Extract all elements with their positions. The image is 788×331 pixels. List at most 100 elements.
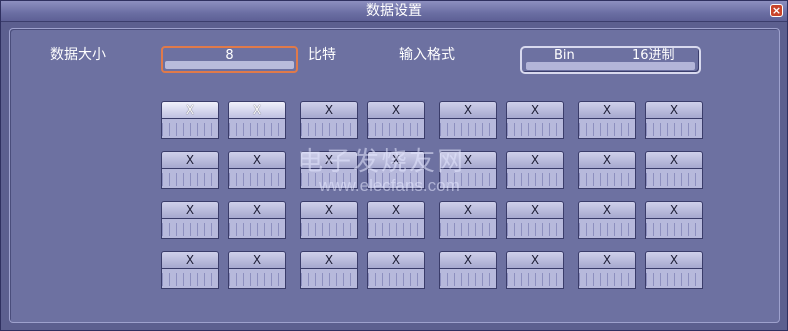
bit-value: X — [252, 153, 262, 167]
bit-toggle-cap: X — [506, 151, 564, 169]
bit-toggle[interactable]: X — [367, 151, 425, 189]
bit-toggle-cap: X — [645, 151, 703, 169]
bit-toggle-ridges — [507, 273, 563, 286]
bit-toggle-base — [367, 169, 425, 189]
bit-toggle[interactable]: X — [228, 101, 286, 139]
bit-toggle-cap: X — [578, 201, 636, 219]
bit-value: X — [324, 103, 334, 117]
bit-toggle-base — [578, 119, 636, 139]
bit-toggle-ridges — [507, 123, 563, 136]
bit-toggle[interactable]: X — [578, 101, 636, 139]
bit-value: X — [324, 153, 334, 167]
bit-toggle-ridges — [301, 173, 357, 186]
format-option-hex[interactable]: 16进制 — [632, 49, 675, 63]
data-size-label: 数据大小 — [50, 47, 106, 63]
bit-toggle-cap: X — [367, 251, 425, 269]
bit-toggle-cap: X — [439, 151, 497, 169]
bit-toggle-ridges — [368, 273, 424, 286]
bit-toggle[interactable]: X — [367, 201, 425, 239]
bit-value: X — [463, 153, 473, 167]
bit-value: X — [185, 203, 195, 217]
bit-toggle[interactable]: X — [645, 201, 703, 239]
bit-toggle[interactable]: X — [439, 251, 497, 289]
bit-value: X — [669, 253, 679, 267]
bit-toggle[interactable]: X — [367, 251, 425, 289]
bit-toggle[interactable]: X — [367, 101, 425, 139]
bit-toggle-base — [228, 219, 286, 239]
bit-toggle-ridges — [646, 223, 702, 236]
bit-toggle[interactable]: X — [578, 151, 636, 189]
bit-toggle[interactable]: X — [578, 251, 636, 289]
bit-toggle-cap: X — [228, 251, 286, 269]
bit-toggle-cap: X — [300, 101, 358, 119]
bit-toggle[interactable]: X — [300, 151, 358, 189]
bit-value: X — [530, 103, 540, 117]
bit-toggle-base — [300, 169, 358, 189]
bit-toggle-base — [367, 269, 425, 289]
bit-toggle[interactable]: X — [228, 151, 286, 189]
window-title: 数据设置 — [366, 3, 422, 19]
bit-toggle[interactable]: X — [161, 201, 219, 239]
bit-toggle-base — [578, 169, 636, 189]
data-size-field[interactable]: 8 — [161, 46, 298, 73]
bit-toggle[interactable]: X — [161, 251, 219, 289]
bit-toggle-base — [645, 219, 703, 239]
bit-toggle-base — [578, 219, 636, 239]
bit-toggle[interactable]: X — [439, 151, 497, 189]
data-size-unit-label: 比特 — [308, 47, 336, 63]
bit-toggle[interactable]: X — [578, 201, 636, 239]
bit-toggle[interactable]: X — [506, 151, 564, 189]
bit-toggle[interactable]: X — [439, 101, 497, 139]
bit-toggle-ridges — [646, 123, 702, 136]
bit-toggle-cap: X — [228, 151, 286, 169]
bit-toggle-base — [367, 219, 425, 239]
bit-toggle[interactable]: X — [161, 101, 219, 139]
bit-toggle-ridges — [440, 223, 496, 236]
bit-toggle[interactable]: X — [228, 251, 286, 289]
close-button[interactable]: × — [770, 4, 783, 17]
bit-toggle-cap: X — [161, 151, 219, 169]
bit-toggle[interactable]: X — [506, 201, 564, 239]
bit-toggle[interactable]: X — [506, 251, 564, 289]
bit-toggle-base — [228, 169, 286, 189]
bit-toggle-base — [439, 169, 497, 189]
bit-value: X — [391, 153, 401, 167]
bit-toggle-ridges — [579, 273, 635, 286]
bit-toggle-ridges — [368, 123, 424, 136]
format-selector-track — [526, 62, 695, 70]
bit-toggle[interactable]: X — [645, 101, 703, 139]
bit-toggle-ridges — [507, 223, 563, 236]
bit-value: X — [602, 253, 612, 267]
bit-toggle-base — [506, 269, 564, 289]
bit-value: X — [324, 253, 334, 267]
bit-toggle[interactable]: X — [228, 201, 286, 239]
bit-value: X — [185, 253, 195, 267]
format-option-bin[interactable]: Bin — [554, 49, 575, 63]
bit-toggle-cap: X — [300, 251, 358, 269]
bit-toggle-base — [506, 169, 564, 189]
bit-toggle-ridges — [162, 273, 218, 286]
bit-toggle[interactable]: X — [161, 151, 219, 189]
bit-toggle-cap: X — [228, 201, 286, 219]
bit-toggle[interactable]: X — [439, 201, 497, 239]
bit-toggle[interactable]: X — [300, 251, 358, 289]
input-format-selector[interactable]: Bin 16进制 — [520, 46, 701, 74]
bit-toggle[interactable]: X — [645, 151, 703, 189]
data-settings-window: 数据设置 × 数据大小 8 比特 输入格式 Bin 16进制 X X X X X X X X X… — [0, 0, 788, 331]
bit-toggle[interactable]: X — [300, 101, 358, 139]
data-size-slider-track — [165, 61, 294, 69]
bit-value: X — [391, 203, 401, 217]
bit-toggle-ridges — [579, 123, 635, 136]
bit-toggle-ridges — [507, 173, 563, 186]
bit-toggle-base — [161, 169, 219, 189]
bit-toggle-cap: X — [645, 201, 703, 219]
bit-toggle-ridges — [229, 273, 285, 286]
bit-toggle-cap: X — [439, 101, 497, 119]
bit-toggle-base — [228, 119, 286, 139]
bit-toggle[interactable]: X — [506, 101, 564, 139]
bit-toggle-cap: X — [506, 251, 564, 269]
bit-toggle[interactable]: X — [300, 201, 358, 239]
bit-toggle-base — [506, 219, 564, 239]
bit-toggle[interactable]: X — [645, 251, 703, 289]
bit-value: X — [602, 153, 612, 167]
